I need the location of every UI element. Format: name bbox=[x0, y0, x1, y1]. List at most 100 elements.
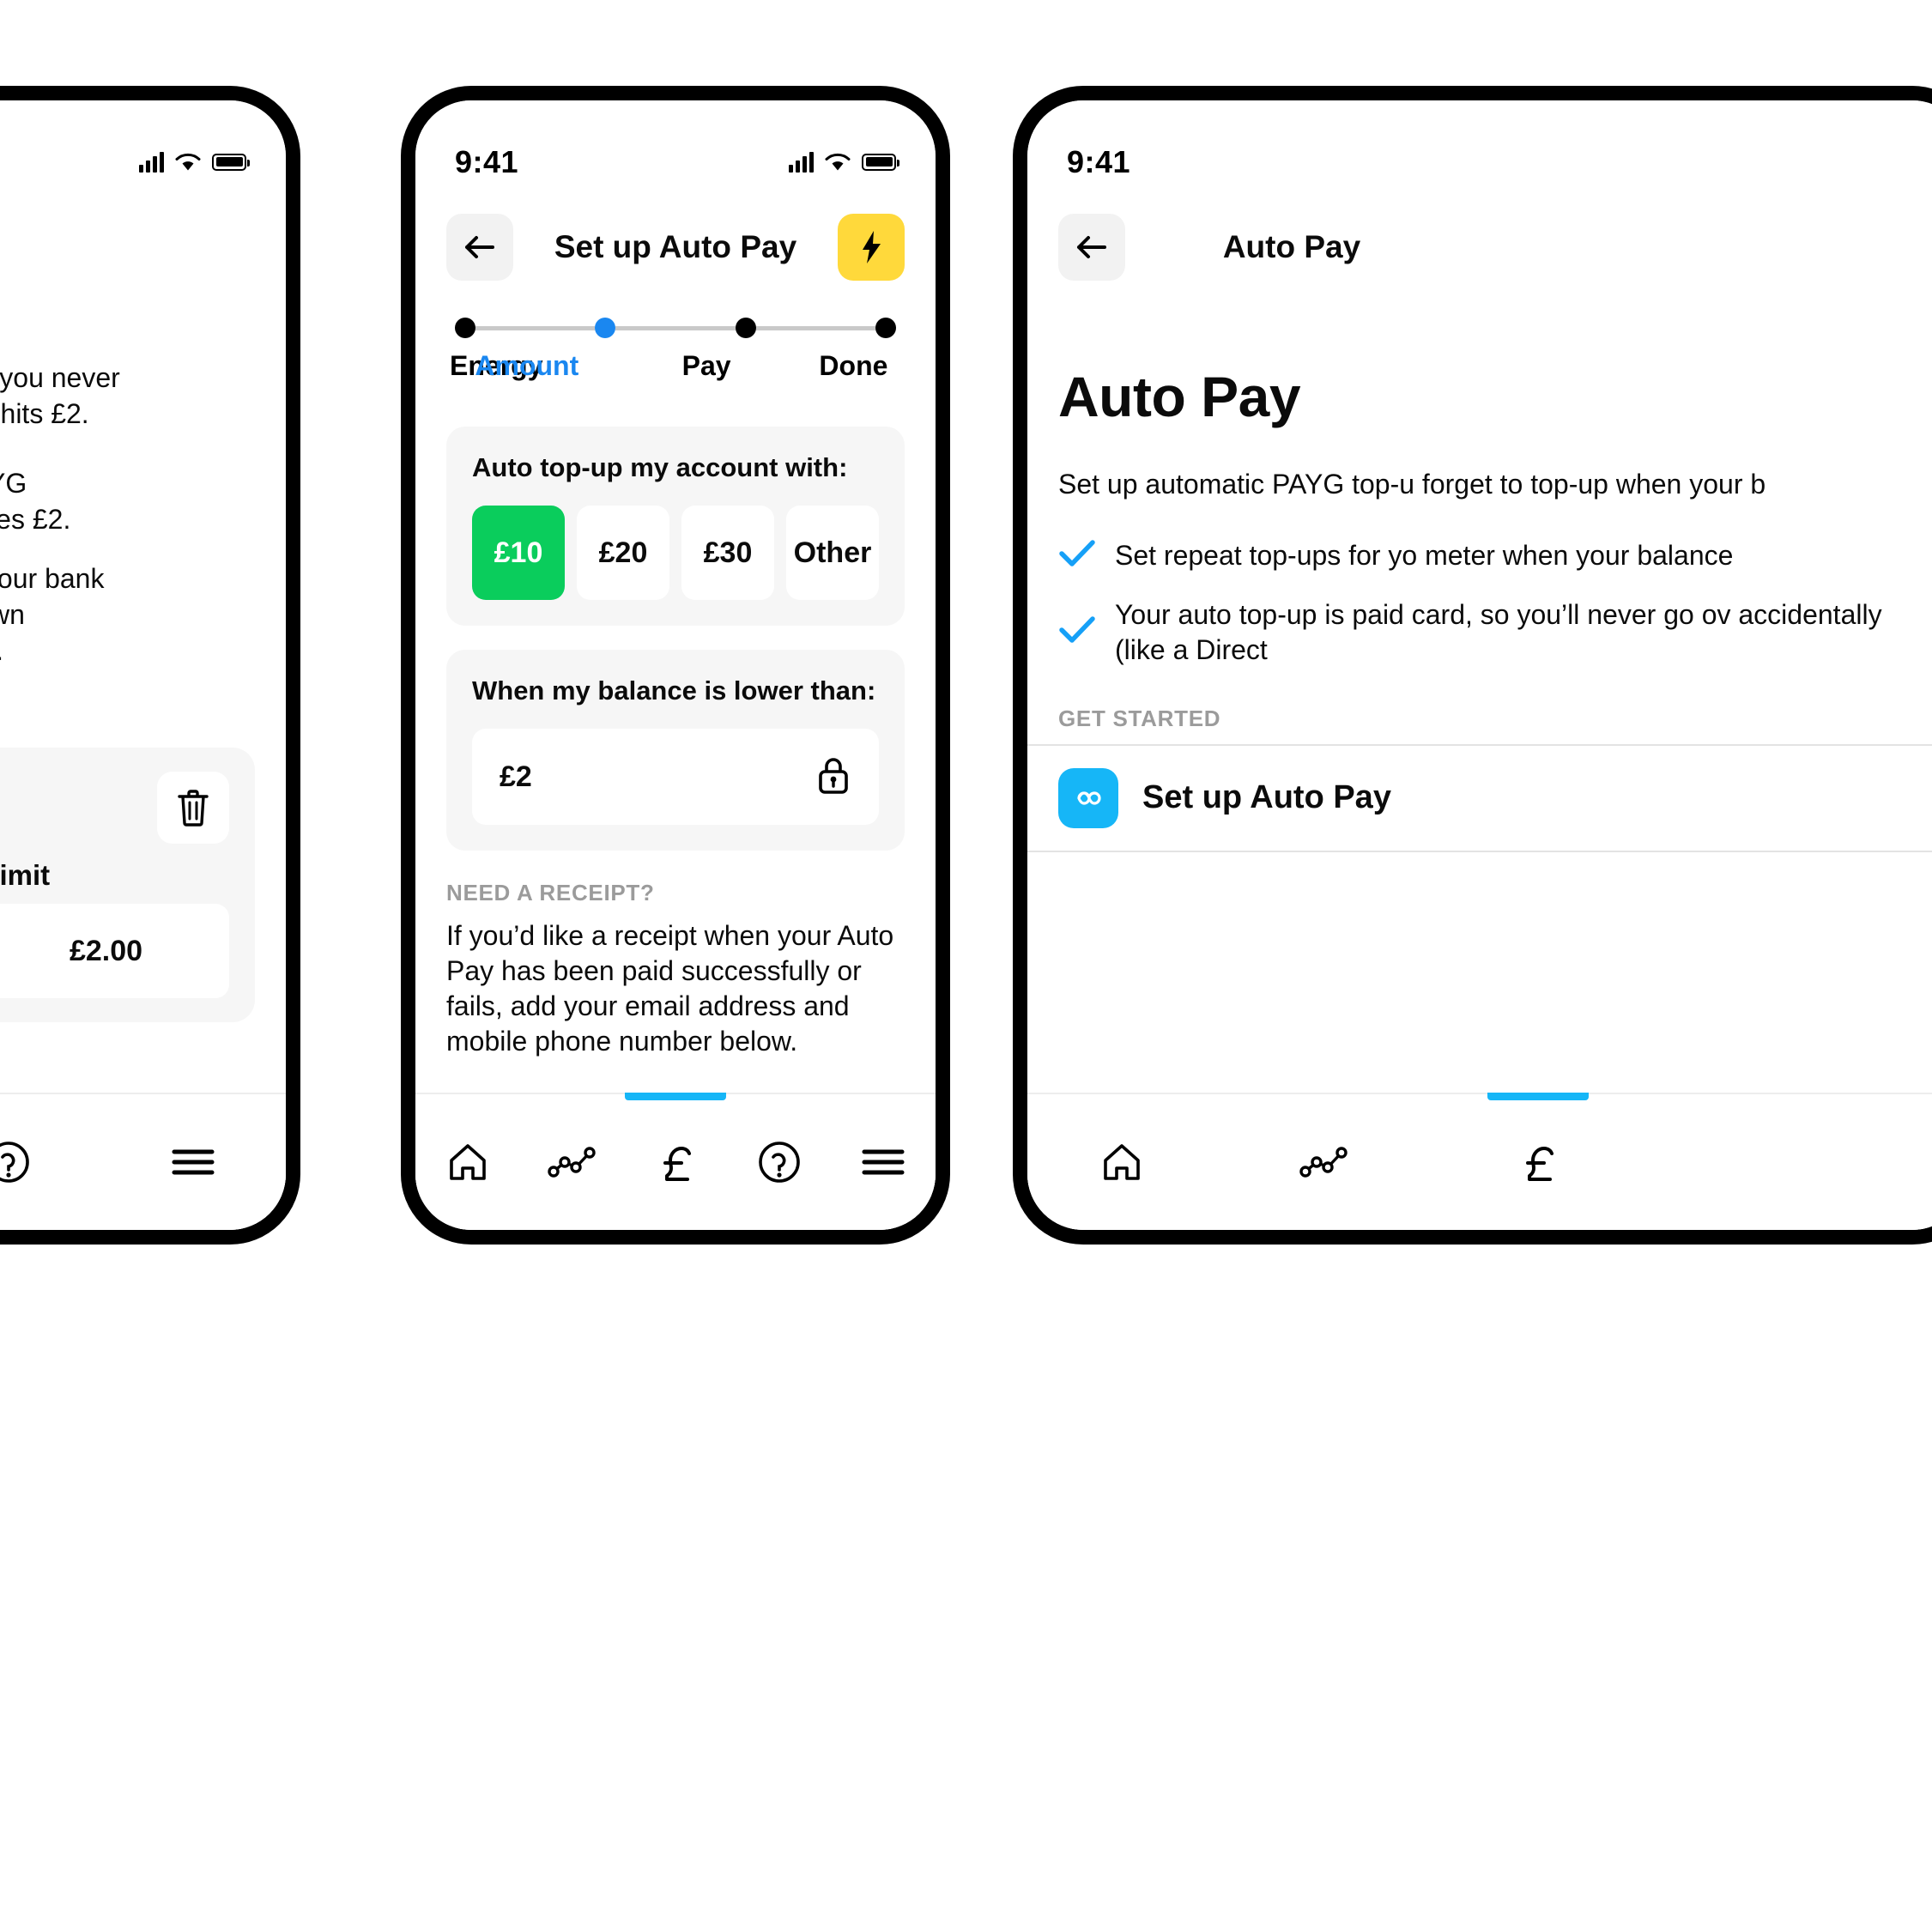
tab-bar bbox=[1027, 1093, 1932, 1230]
battery-icon bbox=[862, 153, 899, 171]
status-time: 9:41 bbox=[455, 143, 519, 179]
threshold-value: £2 bbox=[500, 760, 532, 793]
tab-menu[interactable] bbox=[101, 1094, 286, 1230]
screenshot-stage: Auto Pay c PAYG top-ups so you never whe… bbox=[0, 0, 1932, 1932]
tab-home[interactable] bbox=[1027, 1094, 1216, 1230]
step-label-amount: Amount bbox=[475, 350, 579, 381]
help-circle-icon bbox=[759, 1142, 801, 1183]
step-dot-amount[interactable] bbox=[595, 318, 616, 338]
nav-bar: Auto Pay bbox=[1027, 191, 1932, 285]
home-icon bbox=[1104, 1144, 1140, 1180]
phone-center-screen: 9:41 Set up Auto Pay Energy Amount Pay D… bbox=[415, 100, 936, 1230]
wifi-icon bbox=[825, 153, 851, 172]
progress-stepper: Energy Amount Pay Done bbox=[415, 285, 936, 382]
list-item-label: Set up Auto Pay bbox=[1142, 779, 1391, 815]
credit-limit-fields: £2.00 bbox=[0, 904, 229, 999]
step-dot-energy[interactable] bbox=[455, 318, 475, 338]
threshold-card-title: When my balance is lower than: bbox=[472, 675, 876, 706]
signal-bars-icon bbox=[139, 151, 164, 173]
status-icons bbox=[139, 151, 250, 173]
phone-right: 9:41 Auto Pay Auto Pay Set up automatic … bbox=[1013, 86, 1932, 1245]
get-started-label: GET STARTED bbox=[1058, 705, 1221, 731]
amount-option-other[interactable]: Other bbox=[786, 506, 879, 600]
amount-card: Auto top-up my account with: £10 £20 £30… bbox=[446, 427, 905, 626]
left-intro-paragraph: c PAYG top-ups so you never when your ba… bbox=[0, 362, 120, 429]
amount-option-10[interactable]: £10 bbox=[472, 506, 565, 600]
infinity-icon bbox=[1058, 767, 1118, 828]
phone-center: 9:41 Set up Auto Pay Energy Amount Pay D… bbox=[401, 86, 950, 1245]
status-bar bbox=[0, 100, 286, 191]
check-icon bbox=[1058, 537, 1096, 575]
credit-limit-card: Credit limit £2.00 bbox=[0, 748, 255, 1023]
usage-graph-icon bbox=[1299, 1147, 1348, 1178]
threshold-field[interactable]: £2 bbox=[472, 729, 879, 825]
back-button[interactable] bbox=[446, 214, 513, 281]
step-line-3 bbox=[755, 325, 875, 330]
stepper-track bbox=[455, 318, 896, 338]
lock-icon bbox=[815, 754, 851, 800]
tab-usage[interactable] bbox=[1216, 1094, 1431, 1230]
tab-active-indicator bbox=[625, 1093, 726, 1100]
phone-left: Auto Pay c PAYG top-ups so you never whe… bbox=[0, 86, 300, 1245]
benefit-text-2: Your auto top-up is paid card, so you’ll… bbox=[1115, 598, 1882, 665]
phone-left-screen: Auto Pay c PAYG top-ups so you never whe… bbox=[0, 100, 286, 1230]
receipt-body-text: If you’d like a receipt when your Auto P… bbox=[446, 920, 894, 1057]
page-title: Auto Pay bbox=[0, 229, 286, 265]
step-line-2 bbox=[615, 325, 736, 330]
step-dot-pay[interactable] bbox=[735, 318, 756, 338]
credit-limit-label: Credit limit bbox=[0, 859, 51, 892]
benefit-row-2: Your auto top-up is paid card, so you’ll… bbox=[1058, 597, 1932, 668]
benefit-text-1: Set repeat top-ups for yo meter when you… bbox=[1115, 540, 1734, 572]
amount-option-20[interactable]: £20 bbox=[577, 506, 669, 600]
pound-icon bbox=[1526, 1147, 1553, 1181]
list-divider-bottom bbox=[1027, 850, 1932, 852]
tab-pound[interactable] bbox=[623, 1093, 727, 1230]
nav-bar: Set up Auto Pay bbox=[415, 191, 936, 285]
right-heading: Auto Pay bbox=[1058, 365, 1301, 428]
benefit-row-1: Set repeat top-ups for yo meter when you… bbox=[1058, 537, 1932, 575]
threshold-card: When my balance is lower than: £2 bbox=[446, 650, 905, 851]
status-bar: 9:41 bbox=[1027, 100, 1932, 191]
tab-home[interactable] bbox=[415, 1094, 519, 1230]
step-line-1 bbox=[475, 325, 596, 330]
tab-bar bbox=[415, 1093, 936, 1230]
stepper-labels: Energy Amount Pay Done bbox=[450, 350, 888, 381]
tab-help[interactable] bbox=[0, 1094, 101, 1230]
check-icon bbox=[1058, 614, 1096, 651]
back-arrow-icon bbox=[1077, 236, 1106, 258]
tab-active-indicator bbox=[1487, 1093, 1589, 1100]
amount-card-title: Auto top-up my account with: bbox=[472, 452, 848, 482]
menu-hamburger-icon bbox=[862, 1149, 905, 1175]
status-icons bbox=[789, 151, 899, 173]
usage-graph-icon bbox=[548, 1147, 596, 1178]
status-bar: 9:41 bbox=[415, 100, 936, 191]
tab-menu[interactable] bbox=[832, 1094, 936, 1230]
quick-action-button[interactable] bbox=[838, 214, 905, 281]
step-label-pay: Pay bbox=[681, 350, 731, 381]
status-time: 9:41 bbox=[1067, 143, 1131, 179]
receipt-section-label: NEED A RECEIPT? bbox=[446, 880, 655, 905]
tab-help[interactable] bbox=[728, 1094, 832, 1230]
amount-options: £10 £20 £30 Other bbox=[472, 506, 879, 600]
trash-icon[interactable] bbox=[157, 772, 229, 845]
credit-limit-value[interactable]: £2.00 bbox=[0, 904, 229, 999]
battery-icon bbox=[212, 153, 250, 171]
left-bullet-1: op-ups for your PAYG your balance reache… bbox=[0, 468, 71, 535]
step-dot-done[interactable] bbox=[875, 318, 896, 338]
lightning-bolt-icon bbox=[863, 231, 881, 263]
left-bullet-2: op-up is paid with your bank ll never go… bbox=[0, 563, 105, 665]
phone-right-screen: 9:41 Auto Pay Auto Pay Set up automatic … bbox=[1027, 100, 1932, 1230]
right-intro: Set up automatic PAYG top-u forget to to… bbox=[1058, 469, 1766, 500]
wifi-icon bbox=[175, 153, 201, 172]
nav-bar: Auto Pay bbox=[0, 191, 286, 285]
tab-pound[interactable] bbox=[1431, 1093, 1645, 1230]
pound-icon bbox=[663, 1147, 691, 1181]
back-arrow-icon bbox=[465, 236, 494, 258]
home-icon bbox=[449, 1144, 486, 1180]
tab-bar bbox=[0, 1093, 286, 1230]
tab-usage[interactable] bbox=[519, 1094, 623, 1230]
step-label-done: Done bbox=[819, 350, 888, 381]
list-item-setup-auto-pay[interactable]: Set up Auto Pay bbox=[1027, 746, 1932, 851]
amount-option-30[interactable]: £30 bbox=[681, 506, 774, 600]
back-button[interactable] bbox=[1058, 214, 1125, 281]
